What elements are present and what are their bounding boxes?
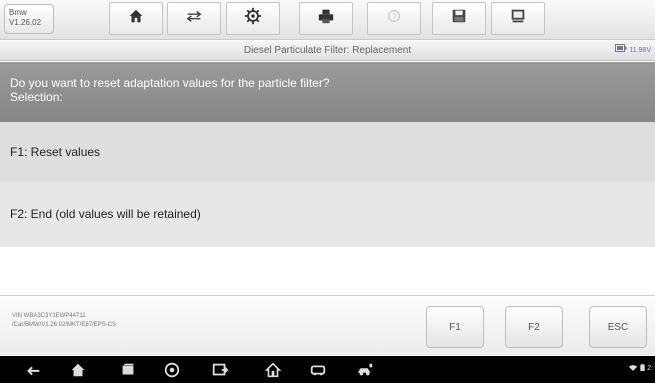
- help-button[interactable]: ?: [367, 2, 421, 35]
- home-icon: [127, 7, 145, 30]
- option-label: F2: End (old values will be retained): [10, 207, 201, 221]
- vehicle-version: V1.26.02: [9, 18, 42, 27]
- vehicle-badge[interactable]: Bmw V1.26.02: [4, 4, 54, 34]
- svg-text:?: ?: [392, 12, 397, 21]
- system-status: 2:: [628, 363, 653, 374]
- navigation-bar: 2:: [0, 356, 655, 383]
- path-text: /Car/BMW/V1.26.02/MKT/E87/EPS-CS: [12, 322, 117, 328]
- vin-text: VIN WBA3C3Y1EWP44711: [12, 313, 86, 319]
- data-logging-button[interactable]: [491, 2, 545, 35]
- battery-status-icon: [640, 363, 645, 374]
- print-button[interactable]: [299, 2, 353, 35]
- chrome-icon[interactable]: [162, 360, 182, 380]
- question-text: Do you want to reset adaptation values f…: [10, 76, 330, 90]
- page-title: Diesel Particulate Filter: Replacement: [243, 45, 412, 56]
- clock-text: 2:: [647, 365, 653, 372]
- top-toolbar: Bmw V1.26.02 ?: [0, 0, 655, 40]
- wifi-icon: [628, 364, 638, 374]
- back-icon[interactable]: [23, 360, 43, 380]
- save-button[interactable]: [432, 2, 486, 35]
- vehicle-swap-button[interactable]: [167, 2, 221, 35]
- question-banner: Do you want to reset adaptation values f…: [0, 62, 655, 122]
- data-logging-icon: [509, 7, 527, 30]
- maxisys-home-icon[interactable]: [263, 360, 283, 380]
- vehicle-swap-icon: [185, 7, 203, 30]
- option-label: F1: Reset values: [10, 145, 101, 159]
- save-icon: [450, 7, 468, 30]
- function-bar: VIN WBA3C3Y1EWP44711 /Car/BMW/V1.26.02/M…: [0, 295, 655, 355]
- vehicle-connect-icon[interactable]: [355, 360, 375, 380]
- settings-button[interactable]: [226, 2, 280, 35]
- settings-icon: [244, 7, 262, 30]
- battery-indicator: 11.98V: [615, 41, 651, 61]
- home-button[interactable]: [109, 2, 163, 35]
- vehicle-make: Bmw: [9, 8, 27, 17]
- vehicle-info: VIN WBA3C3Y1EWP44711 /Car/BMW/V1.26.02/M…: [12, 312, 116, 330]
- help-icon: ?: [385, 7, 403, 30]
- home-icon[interactable]: [68, 360, 88, 380]
- f1-button[interactable]: F1: [426, 306, 484, 348]
- battery-icon: [615, 41, 627, 61]
- option-end[interactable]: F2: End (old values will be retained): [0, 182, 655, 247]
- recent-apps-icon[interactable]: [118, 360, 138, 380]
- selection-label: Selection:: [10, 90, 63, 104]
- esc-button[interactable]: ESC: [589, 306, 647, 348]
- title-bar: Diesel Particulate Filter: Replacement 1…: [0, 41, 655, 61]
- option-reset-values[interactable]: F1: Reset values: [0, 122, 655, 182]
- screenshot-icon[interactable]: [210, 360, 230, 380]
- f2-button[interactable]: F2: [505, 306, 563, 348]
- battery-voltage: 11.98V: [629, 47, 651, 54]
- print-icon: [317, 7, 335, 30]
- vci-icon[interactable]: [308, 360, 328, 380]
